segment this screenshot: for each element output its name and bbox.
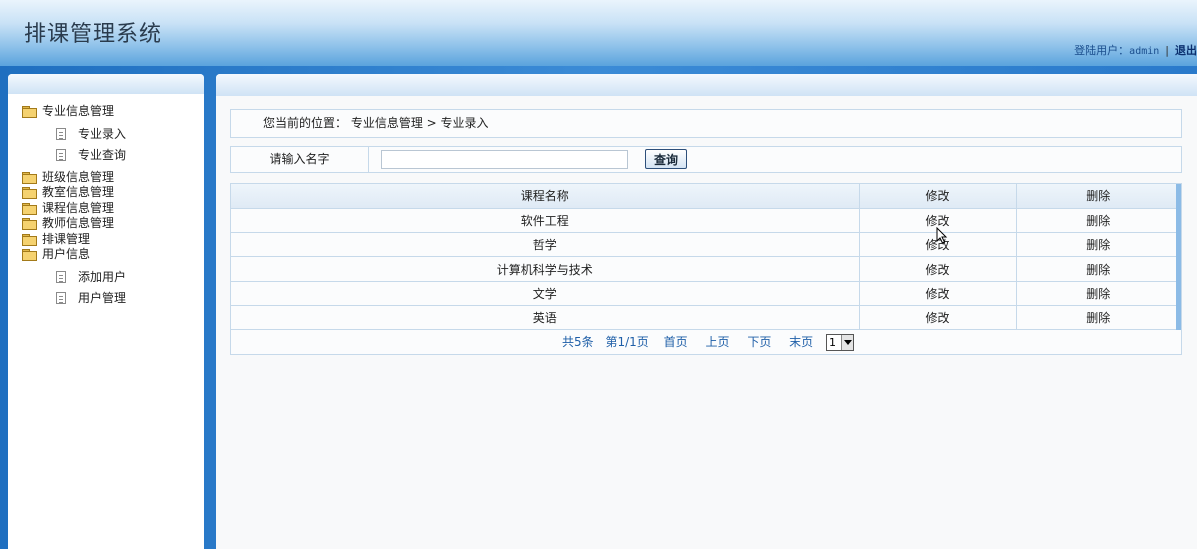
document-icon <box>56 148 66 161</box>
user-area: 登陆用户：admin | 退出 <box>1074 42 1197 58</box>
table-row: 计算机科学与技术 修改 删除 <box>231 256 1181 282</box>
folder-icon <box>22 171 37 184</box>
user-label: 登陆用户： <box>1074 44 1130 57</box>
folder-icon <box>22 106 37 118</box>
sidebar-group-user[interactable]: 用户信息 <box>22 247 126 263</box>
search-bar: 请输入名字 查询 <box>230 146 1182 173</box>
document-icon <box>56 270 66 283</box>
table-row: 英语 修改 删除 <box>231 305 1181 331</box>
sidebar-item-label: 专业录入 <box>78 126 127 141</box>
course-name-cell: 文学 <box>231 281 860 306</box>
sidebar-group-classroom[interactable]: 教室信息管理 <box>22 185 126 201</box>
sidebar-group-major[interactable]: 专业信息管理 <box>22 104 126 120</box>
sidebar-header <box>8 74 204 94</box>
delete-link[interactable]: 删除 <box>1016 305 1181 331</box>
pager-page-info: 第1/1页 <box>605 335 649 350</box>
table-row: 软件工程 修改 删除 <box>231 208 1181 234</box>
chevron-down-icon <box>841 335 853 351</box>
folder-icon <box>22 187 37 199</box>
sidebar-group-label: 用户信息 <box>42 247 91 261</box>
pager-first-link[interactable]: 首页 <box>664 335 688 349</box>
sidebar-item-add-user[interactable]: 添加用户 <box>22 267 126 288</box>
sidebar-item-user-manage[interactable]: 用户管理 <box>22 288 126 309</box>
course-table: 课程名称 修改 删除 软件工程 修改 删除 哲学 修改 删除 计算机科学与技术 <box>230 183 1182 356</box>
delete-link[interactable]: 删除 <box>1016 208 1181 234</box>
folder-icon <box>22 218 37 230</box>
delete-link[interactable]: 删除 <box>1016 281 1181 306</box>
edit-link[interactable]: 修改 <box>859 305 1017 331</box>
sidebar-group-label: 教室信息管理 <box>42 185 115 199</box>
app-header: 排课管理系统 登陆用户：admin | 退出 <box>0 0 1197 66</box>
column-header-edit: 修改 <box>859 184 1017 209</box>
sidebar-group-course[interactable]: 课程信息管理 <box>22 201 126 217</box>
breadcrumb: 您当前的位置： 专业信息管理 > 专业录入 <box>230 109 1182 138</box>
scrollbar[interactable] <box>1176 184 1181 330</box>
pagination: 共5条 第1/1页 首页 上页 下页 末页 1 <box>231 330 1181 355</box>
course-name-cell: 哲学 <box>231 232 860 258</box>
search-label: 请输入名字 <box>231 147 369 172</box>
document-icon <box>56 127 66 140</box>
course-name-cell: 计算机科学与技术 <box>231 256 860 282</box>
pager-next-link[interactable]: 下页 <box>747 335 771 349</box>
sidebar-group-label: 教师信息管理 <box>42 216 115 230</box>
main-panel: 您当前的位置： 专业信息管理 > 专业录入 请输入名字 查询 课程名称 修改 删… <box>216 74 1197 549</box>
course-name-cell: 英语 <box>231 305 860 331</box>
sidebar-item-major-entry[interactable]: 专业录入 <box>22 124 126 145</box>
sidebar-group-label: 课程信息管理 <box>42 200 115 215</box>
document-icon <box>56 291 66 304</box>
column-header-course-name: 课程名称 <box>231 184 860 209</box>
pager-total: 共5条 <box>562 335 594 350</box>
folder-icon <box>22 233 37 246</box>
delete-link[interactable]: 删除 <box>1016 256 1181 282</box>
sidebar-tree: 专业信息管理 专业录入 专业查询 班级信息管理 教室信息管理 课程信息管理 教师… <box>22 104 126 309</box>
sidebar-group-class[interactable]: 班级信息管理 <box>22 170 126 186</box>
sidebar-item-major-query[interactable]: 专业查询 <box>22 145 126 166</box>
logout-link[interactable]: 退出 <box>1175 44 1197 57</box>
table-row: 哲学 修改 删除 <box>231 232 1181 258</box>
sidebar-group-label: 排课管理 <box>42 231 91 246</box>
sidebar-group-label: 班级信息管理 <box>42 169 115 184</box>
breadcrumb-prefix: 您当前的位置： <box>263 116 348 130</box>
user-separator: | <box>1165 44 1169 57</box>
pager-prev-link[interactable]: 上页 <box>705 335 729 349</box>
mouse-cursor-icon <box>936 227 948 244</box>
folder-icon <box>22 202 37 215</box>
sidebar: 专业信息管理 专业录入 专业查询 班级信息管理 教室信息管理 课程信息管理 教师… <box>8 74 204 549</box>
table-row: 文学 修改 删除 <box>231 281 1181 306</box>
table-header-row: 课程名称 修改 删除 <box>231 184 1181 209</box>
sidebar-item-label: 用户管理 <box>78 290 127 305</box>
edit-link[interactable]: 修改 <box>859 281 1017 306</box>
page-select[interactable]: 1 <box>826 334 854 352</box>
edit-link[interactable]: 修改 <box>859 256 1017 282</box>
username: admin <box>1129 46 1160 57</box>
pager-last-link[interactable]: 末页 <box>789 335 813 349</box>
main-panel-header <box>216 74 1197 96</box>
sidebar-item-label: 专业查询 <box>78 147 127 162</box>
sidebar-group-schedule[interactable]: 排课管理 <box>22 232 126 248</box>
course-name-cell: 软件工程 <box>231 208 860 234</box>
breadcrumb-path: 专业信息管理 > 专业录入 <box>350 116 489 130</box>
search-button[interactable]: 查询 <box>645 149 687 169</box>
column-header-delete: 删除 <box>1016 184 1181 209</box>
delete-link[interactable]: 删除 <box>1016 232 1181 258</box>
search-input[interactable] <box>381 150 628 169</box>
sidebar-group-teacher[interactable]: 教师信息管理 <box>22 216 126 232</box>
app-title: 排课管理系统 <box>24 22 163 47</box>
folder-icon <box>22 249 37 261</box>
sidebar-group-label: 专业信息管理 <box>42 104 115 118</box>
sidebar-item-label: 添加用户 <box>78 269 127 284</box>
page-select-value: 1 <box>829 336 836 350</box>
